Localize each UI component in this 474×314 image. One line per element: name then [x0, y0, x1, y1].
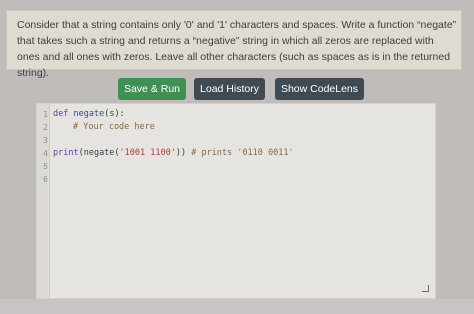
- keyword-print: print: [53, 148, 79, 158]
- problem-statement-text: Consider that a string contains only '0'…: [17, 19, 457, 79]
- show-codelens-button[interactable]: Show CodeLens: [275, 78, 364, 100]
- problem-statement-panel: Consider that a string contains only '0'…: [6, 10, 462, 79]
- code-line-4[interactable]: 4 print(negate('1001 1100')) # prints '0…: [37, 147, 435, 160]
- call-open: (negate(: [78, 148, 120, 158]
- bottom-edge: [0, 299, 474, 314]
- editor-toolbar: Save & Run Load History Show CodeLens: [0, 78, 474, 102]
- code-line-text: print(negate('1001 1100')) # prints '011…: [53, 147, 294, 160]
- code-comment: # prints '0110 0011': [191, 148, 294, 158]
- code-line-text: def negate(s):: [53, 108, 125, 121]
- function-params: (s):: [104, 109, 125, 119]
- resize-grip-icon[interactable]: [422, 285, 429, 292]
- function-name: negate: [73, 109, 105, 119]
- code-lines[interactable]: 1 def negate(s): 2 # Your code here 3 4 …: [37, 108, 435, 186]
- line-number: 5: [43, 162, 48, 171]
- line-number: 2: [43, 123, 48, 132]
- line-number: 1: [43, 110, 48, 119]
- line-number: 4: [43, 149, 48, 158]
- code-editor[interactable]: 1 def negate(s): 2 # Your code here 3 4 …: [36, 103, 436, 299]
- line-number: 6: [43, 175, 48, 184]
- string-literal: '1001 1100': [119, 148, 176, 158]
- keyword-def: def: [53, 109, 69, 119]
- code-line-3[interactable]: 3: [37, 134, 435, 147]
- call-close: )): [175, 148, 192, 158]
- code-line-5[interactable]: 5: [37, 160, 435, 173]
- save-and-run-button[interactable]: Save & Run: [118, 78, 186, 100]
- code-line-2[interactable]: 2 # Your code here: [37, 121, 435, 134]
- code-line-text: # Your code here: [53, 121, 155, 134]
- code-line-6[interactable]: 6: [37, 173, 435, 186]
- line-number: 3: [43, 136, 48, 145]
- code-comment: # Your code here: [73, 122, 155, 132]
- code-line-1[interactable]: 1 def negate(s):: [37, 108, 435, 121]
- load-history-button[interactable]: Load History: [194, 78, 265, 100]
